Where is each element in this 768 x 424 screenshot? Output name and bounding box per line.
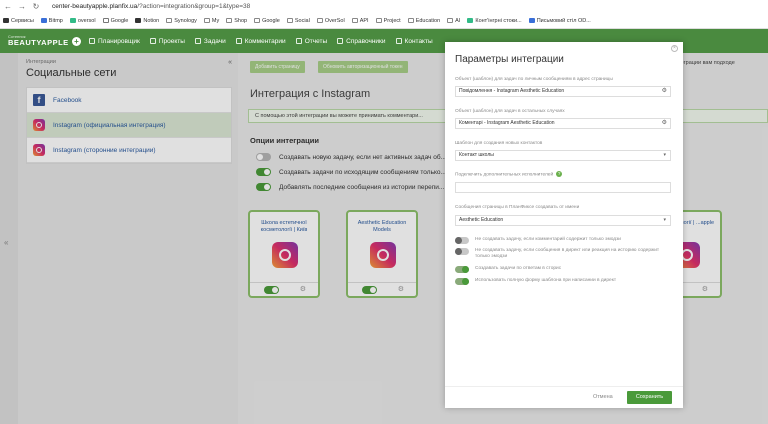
folder-icon (166, 18, 173, 23)
address-bar[interactable]: center-beautyapple.planfix.ua/?action=in… (52, 3, 250, 10)
bookmark[interactable]: oversol (69, 18, 96, 24)
chevron-down-icon: ▾ (663, 152, 666, 158)
toggle[interactable] (455, 266, 469, 273)
bookmark[interactable]: Project (375, 18, 401, 24)
nav-reports[interactable]: Отчеты (295, 38, 327, 45)
back-icon[interactable]: ← (4, 2, 12, 11)
folder-icon (375, 18, 382, 23)
nav-contacts[interactable]: Контакты (395, 38, 433, 45)
tasks-icon (194, 38, 201, 44)
bookmark[interactable]: Google (102, 18, 128, 24)
bookmark[interactable]: My (203, 18, 219, 24)
folder-icon (286, 18, 293, 23)
folder-icon (351, 18, 358, 23)
projects-icon (149, 38, 156, 44)
contact-template-select[interactable]: Контакт школы ▾ (455, 150, 671, 161)
nav-comments[interactable]: Комментарии (235, 38, 286, 45)
bookmark[interactable]: Сервисы (3, 18, 34, 24)
contacts-icon (395, 38, 402, 44)
field-label: Объект (шаблон) для задач в остальных сл… (455, 109, 565, 114)
bookmark[interactable]: API (351, 18, 369, 24)
bookmark[interactable]: Synology (166, 18, 197, 24)
nav-projects[interactable]: Проекты (149, 38, 185, 45)
bookmark-icon (69, 18, 76, 23)
nav-planner[interactable]: Планировщик (89, 38, 140, 45)
bookmark-icon (102, 18, 109, 23)
bookmark[interactable]: OverSol (316, 18, 345, 24)
folder-icon (203, 18, 210, 23)
modal-option: Использовать полную форму шаблона при на… (455, 278, 675, 285)
logo[interactable]: Сотенник BEAUTYAPPLE (0, 35, 72, 47)
modal-option: Не создавать задачу, если сообщения в ди… (455, 248, 675, 260)
dm-template-field[interactable]: Повідомлення - Instagram Aesthetic Educa… (455, 86, 671, 97)
toggle[interactable] (455, 237, 469, 244)
reports-icon (295, 38, 302, 44)
modal-footer: Отмена Сохранить (445, 386, 683, 408)
field-label: Объект (шаблон) для задач по личным сооб… (455, 77, 613, 82)
save-button[interactable]: Сохранить (627, 391, 672, 404)
nav-tasks[interactable]: Задачи (194, 38, 226, 45)
bookmark-icon (40, 18, 47, 23)
modal-option: Не создавать задачу, если комментарий со… (455, 237, 675, 244)
modal-option: Создавать задачи по ответам в сторис (455, 266, 675, 273)
field-label: Шаблон для создания новых контактов (455, 141, 543, 146)
folder-icon (254, 18, 261, 23)
chevron-down-icon: ▾ (663, 217, 666, 223)
help-icon[interactable]: ? (556, 171, 563, 177)
folder-icon (316, 18, 323, 23)
sender-select[interactable]: Aesthetic Education ▾ (455, 215, 671, 226)
bookmark-icon (467, 18, 474, 23)
toggle[interactable] (455, 248, 469, 255)
nav-directories[interactable]: Справочники (337, 38, 386, 45)
browser-toolbar: ← → ↻ center-beautyapple.planfix.ua/?act… (0, 0, 768, 13)
close-icon[interactable]: × (671, 45, 678, 52)
gear-icon[interactable]: ⚙ (662, 119, 667, 128)
bookmark[interactable]: Notion (135, 18, 159, 24)
reload-icon[interactable]: ↻ (32, 2, 40, 11)
bookmark[interactable]: Bitmp (40, 18, 63, 24)
add-icon[interactable]: + (72, 36, 81, 46)
directories-icon (337, 38, 344, 44)
bookmark[interactable]: Education (407, 18, 440, 24)
modal-title: Параметры интеграции (455, 54, 564, 65)
bookmark-icon (528, 18, 535, 23)
planner-icon (89, 38, 95, 44)
comments-icon (235, 38, 242, 44)
folder-icon (226, 18, 233, 23)
bookmark[interactable]: Social (286, 18, 310, 24)
bookmarks-bar: Сервисы Bitmp oversol Google Notion Syno… (0, 13, 768, 29)
toggle[interactable] (455, 278, 469, 285)
folder-icon (447, 18, 454, 23)
field-label: Сообщения страницы в ПланФиксе создавать… (455, 205, 580, 210)
bookmark[interactable]: Письмовий стіл OD... (528, 18, 591, 24)
apps-icon (3, 18, 9, 23)
bookmark[interactable]: AI (447, 18, 460, 24)
field-label: Подключить дополнительных исполнителей? (455, 171, 563, 178)
cancel-button[interactable]: Отмена (593, 394, 613, 400)
bookmark[interactable]: Google (254, 18, 280, 24)
folder-icon (407, 18, 414, 23)
forward-icon[interactable]: → (18, 2, 26, 11)
bookmark-icon (135, 18, 142, 23)
other-template-field[interactable]: Коментарі - Instagram Aesthetic Educatio… (455, 118, 671, 129)
bookmark[interactable]: Shop (226, 18, 247, 24)
executors-input[interactable] (455, 182, 671, 193)
bookmark[interactable]: Конт'інгрні стоки... (467, 18, 522, 24)
gear-icon[interactable]: ⚙ (662, 87, 667, 96)
integration-settings-modal: × Параметры интеграции Объект (шаблон) д… (445, 42, 683, 408)
